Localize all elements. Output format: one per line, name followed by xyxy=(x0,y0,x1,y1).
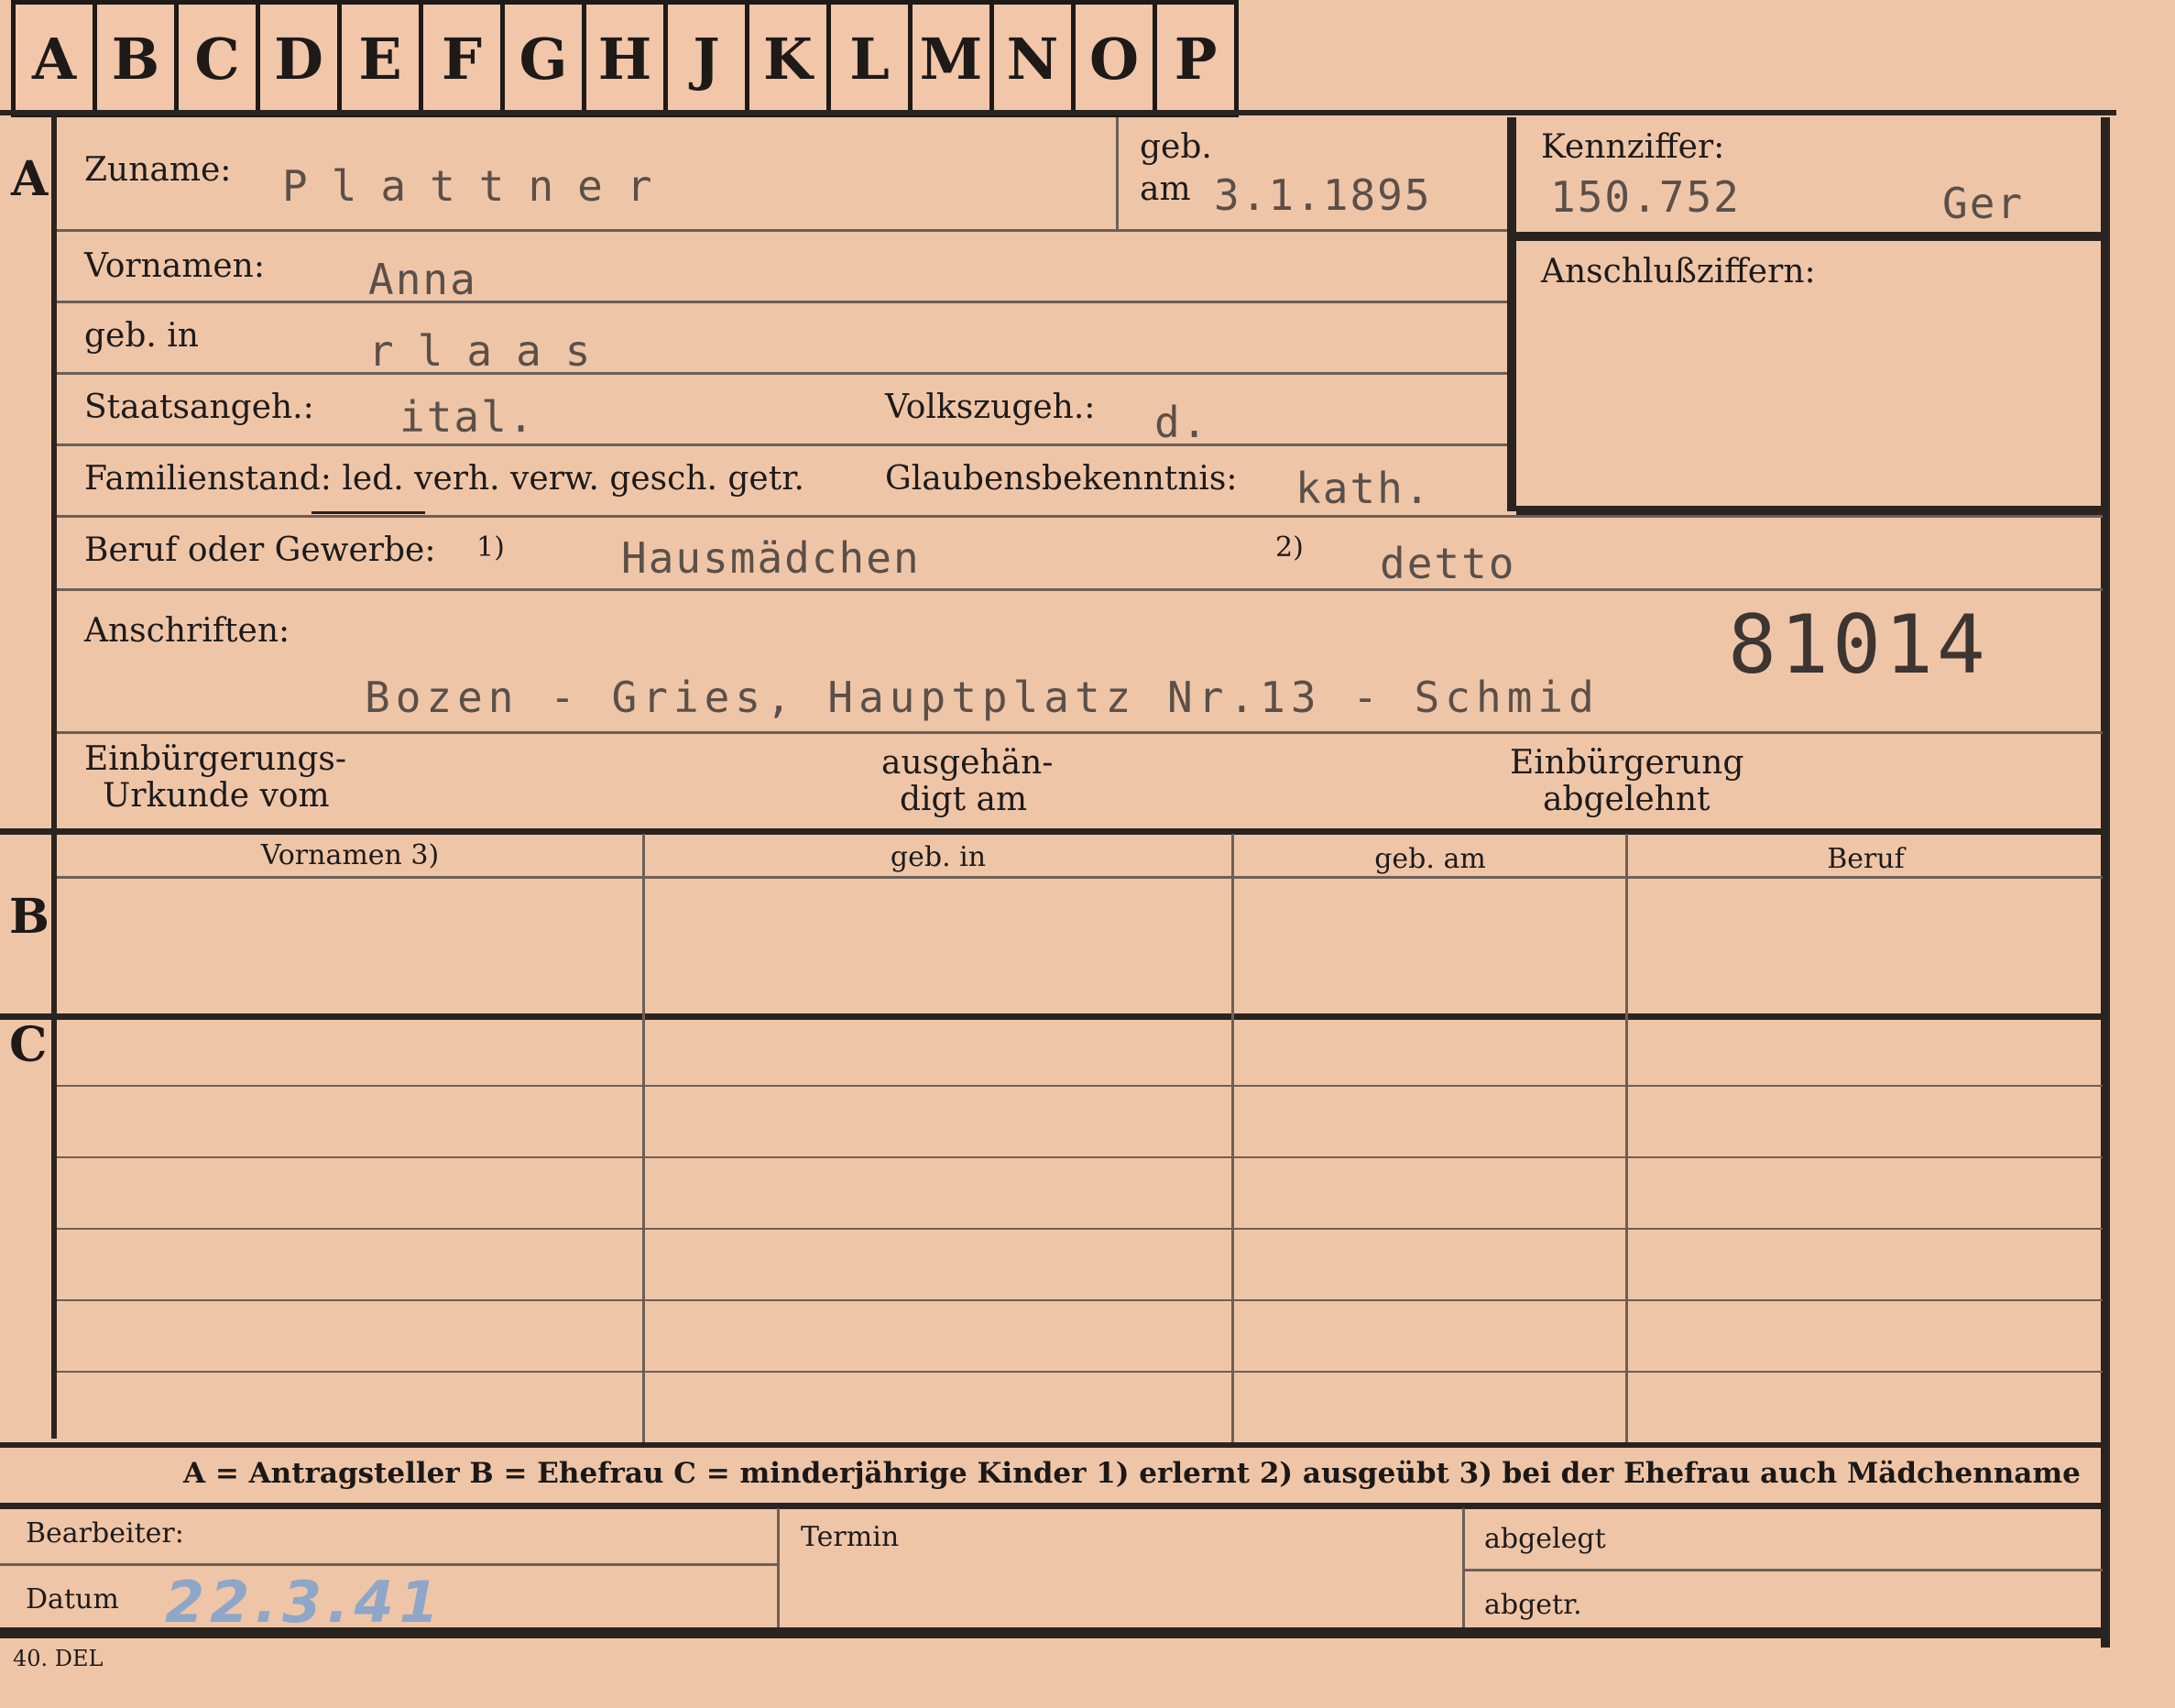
beruf-footnote-2: 2) xyxy=(1275,531,1304,564)
footer-line-right xyxy=(1464,1569,2103,1571)
kennziffer-box-divider xyxy=(1516,232,2103,241)
row-line-2 xyxy=(57,301,1507,303)
einbuergerung-abgelehnt-label-1: Einbürgerung xyxy=(1510,744,1744,782)
row-letter-divider xyxy=(51,110,57,1439)
tab-b[interactable]: B xyxy=(97,5,179,113)
c-row-line-1 xyxy=(57,1085,2103,1087)
col-divider-2 xyxy=(1231,834,1234,1446)
kennziffer-suffix: Ger xyxy=(1942,179,2025,228)
tab-e[interactable]: E xyxy=(342,5,423,113)
geb-label: geb. xyxy=(1140,128,1212,166)
section-c-top xyxy=(0,1013,2110,1020)
familienstand-underline xyxy=(311,511,425,514)
col-header-beruf: Beruf xyxy=(1827,843,1905,875)
col-divider-1 xyxy=(642,834,645,1446)
anschriften-label: Anschriften: xyxy=(84,612,290,650)
kennziffer-box-left xyxy=(1507,117,1516,511)
familienstand-label: Familienstand: led. verh. verw. gesch. g… xyxy=(84,460,804,498)
row-line-7 xyxy=(57,731,2103,734)
row-line-1 xyxy=(57,229,1507,232)
row-line-3 xyxy=(57,372,1507,375)
vornamen-label: Vornamen: xyxy=(84,247,265,285)
tab-k[interactable]: K xyxy=(749,5,831,113)
bearbeiter-label: Bearbeiter: xyxy=(26,1517,184,1549)
section-b-top xyxy=(0,828,2110,835)
tab-h[interactable]: H xyxy=(586,5,668,113)
row-label-c: C xyxy=(9,1017,48,1073)
einbuergerungs-urkunde-label-2: Urkunde vom xyxy=(103,777,330,815)
footer-divider-2 xyxy=(1462,1508,1465,1627)
ausgehaendigt-label-1: ausgehän- xyxy=(881,744,1054,782)
beruf-value-ausgeuebt[interactable]: detto xyxy=(1380,539,1515,588)
top-border xyxy=(0,110,2116,115)
stamp-number: 81014 xyxy=(1728,597,1989,692)
beruf-footnote-1: 1) xyxy=(476,531,505,564)
legend-top xyxy=(0,1442,2110,1448)
beruf-label: Beruf oder Gewerbe: xyxy=(84,531,436,569)
legend-bottom xyxy=(0,1503,2110,1509)
row-line-4 xyxy=(57,443,1507,446)
kennziffer-label: Kennziffer: xyxy=(1541,128,1725,166)
footer-bottom xyxy=(0,1627,2110,1638)
anschlussziffern-label: Anschlußziffern: xyxy=(1541,253,1816,290)
datum-value[interactable]: 22.3.41 xyxy=(165,1569,444,1636)
vornamen-value[interactable]: Anna xyxy=(368,255,477,304)
zuname-label: Zuname: xyxy=(84,151,232,189)
footer-line-left xyxy=(0,1563,777,1566)
c-row-line-3 xyxy=(57,1228,2103,1230)
anschriften-value[interactable]: Bozen - Gries, Hauptplatz Nr.13 - Schmid xyxy=(365,673,1600,722)
row-line-6 xyxy=(57,588,2103,591)
tab-p[interactable]: P xyxy=(1157,5,1239,113)
geb-am-value[interactable]: 3.1.1895 xyxy=(1214,170,1432,220)
form-code: 40. DEL xyxy=(13,1646,104,1671)
ausgehaendigt-label-2: digt am xyxy=(900,781,1028,818)
abgelegt-label: abgelegt xyxy=(1484,1523,1606,1555)
tab-a[interactable]: A xyxy=(16,5,97,113)
volkszugeh-value[interactable]: d. xyxy=(1154,398,1208,447)
tab-l[interactable]: L xyxy=(831,5,913,113)
col-divider-3 xyxy=(1625,834,1628,1446)
geb-in-value[interactable]: rlaas xyxy=(368,326,614,376)
legend: A = Antragsteller B = Ehefrau C = minder… xyxy=(183,1457,2081,1490)
tab-c[interactable]: C xyxy=(179,5,260,113)
tab-m[interactable]: M xyxy=(913,5,994,113)
tab-j[interactable]: J xyxy=(668,5,749,113)
beruf-value-erlernt[interactable]: Hausmädchen xyxy=(621,533,921,583)
row-label-a: A xyxy=(11,151,49,207)
col-header-geb-in: geb. in xyxy=(890,841,987,873)
col-header-vornamen: Vornamen 3) xyxy=(260,839,440,871)
registration-card: A B C D E F G H J K L M N O P A B C Zuna… xyxy=(0,0,2175,1708)
zuname-value[interactable]: Plattner xyxy=(282,161,676,211)
am-label: am xyxy=(1140,170,1191,208)
c-row-line-5 xyxy=(57,1371,2103,1373)
datum-label: Datum xyxy=(26,1583,119,1615)
glaubensbekenntnis-label: Glaubensbekenntnis: xyxy=(885,460,1238,498)
tab-n[interactable]: N xyxy=(994,5,1076,113)
abgetr-label: abgetr. xyxy=(1484,1589,1582,1621)
row-label-b: B xyxy=(9,889,49,945)
tab-f[interactable]: F xyxy=(423,5,505,113)
col-header-geb-am: geb. am xyxy=(1374,843,1486,875)
c-row-line-4 xyxy=(57,1299,2103,1301)
tab-d[interactable]: D xyxy=(260,5,342,113)
tab-o[interactable]: O xyxy=(1076,5,1157,113)
staatsangeh-label: Staatsangeh.: xyxy=(84,389,314,426)
volkszugeh-label: Volkszugeh.: xyxy=(885,389,1096,426)
alphabet-tabs: A B C D E F G H J K L M N O P xyxy=(11,0,1239,117)
staatsangeh-value[interactable]: ital. xyxy=(399,392,535,442)
right-border xyxy=(2101,117,2110,1648)
termin-label: Termin xyxy=(801,1521,900,1553)
einbuergerung-abgelehnt-label-2: abgelehnt xyxy=(1543,781,1710,818)
footer-divider-1 xyxy=(777,1508,780,1627)
tab-g[interactable]: G xyxy=(505,5,586,113)
divider-geb xyxy=(1116,117,1119,231)
geb-in-label: geb. in xyxy=(84,317,199,355)
row-line-5 xyxy=(57,515,2103,518)
c-row-line-2 xyxy=(57,1156,2103,1158)
glaubensbekenntnis-value[interactable]: kath. xyxy=(1295,464,1431,513)
kennziffer-value[interactable]: 150.752 xyxy=(1550,172,1741,222)
einbuergerungs-urkunde-label-1: Einbürgerungs- xyxy=(84,740,347,778)
header-underline xyxy=(57,876,2103,879)
